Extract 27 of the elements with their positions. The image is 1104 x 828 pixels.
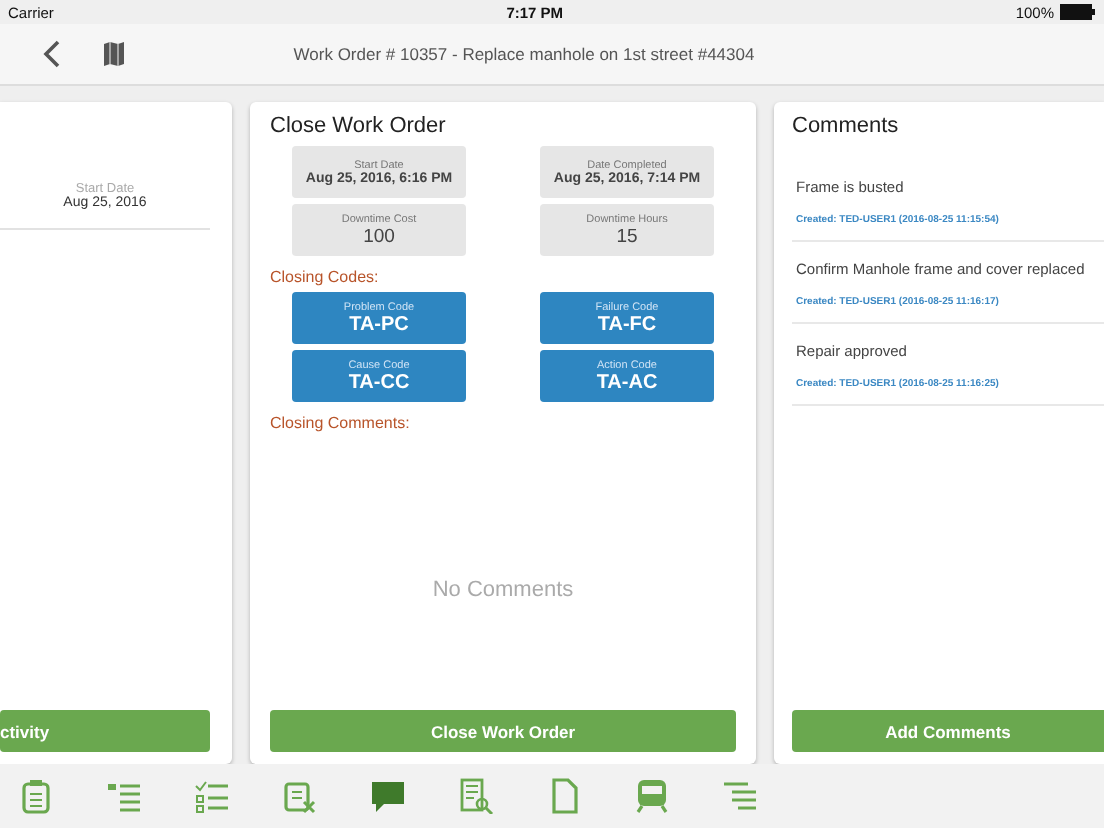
list-icon[interactable] [106,778,142,814]
map-icon[interactable] [104,42,124,66]
code-value: TA-CC [348,371,410,393]
add-comments-button[interactable]: Add Comments [792,710,1104,752]
empty-message: No Comments [432,577,574,601]
code-value: TA-AC [596,371,658,393]
clipboard-icon[interactable] [18,778,54,814]
comment-icon[interactable] [370,778,406,814]
panel-title: Close Work Order [270,112,448,142]
battery-icon [1060,4,1096,20]
panel-title: Comments [792,112,901,142]
close-work-order-button[interactable]: Close Work Order [270,710,736,752]
back-icon[interactable] [42,40,62,68]
activity-button[interactable]: ctivity [0,710,210,752]
checklist-icon[interactable] [194,778,230,814]
clipboard-x-icon[interactable] [282,778,318,814]
field-value: 15 [616,225,638,247]
section-heading: Closing Codes: [270,266,381,290]
train-icon[interactable] [634,778,670,814]
page-icon[interactable] [546,778,582,814]
code-value: TA-FC [597,313,657,335]
tree-icon[interactable] [722,778,758,814]
code-value: TA-PC [349,313,409,335]
page-title: Work Order # 10357 - Replace manhole on 1st street #44304 [291,44,757,64]
field-value: 100 [363,225,395,247]
doc-search-icon[interactable] [458,778,494,814]
section-heading: Closing Comments: [270,412,412,436]
